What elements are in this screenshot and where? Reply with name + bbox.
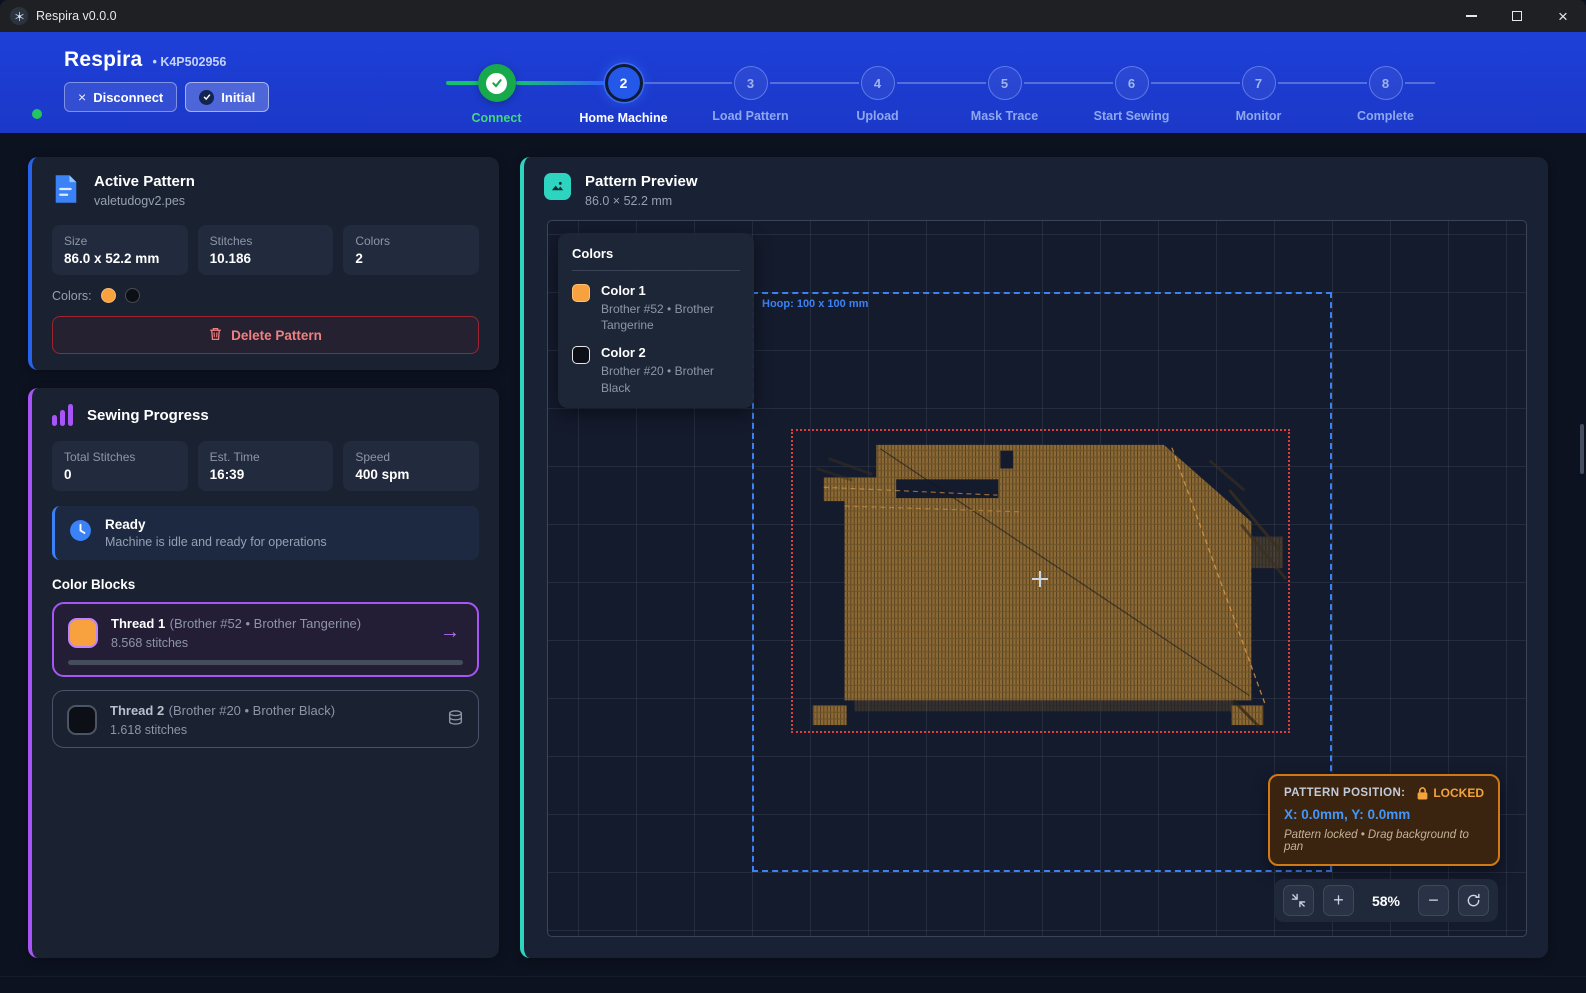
minimize-icon (1466, 15, 1477, 17)
position-hint: Pattern locked • Drag background to pan (1284, 829, 1484, 853)
titlebar: Respira v0.0.0 × (0, 0, 1586, 32)
zoom-out-button[interactable]: − (1418, 885, 1449, 916)
app-icon (10, 7, 28, 25)
app-header: Respira K4P502956 × Disconnect Initial C… (0, 32, 1586, 133)
arrow-right-icon: → (440, 621, 463, 644)
thread-1-swatch (68, 618, 98, 648)
color-blocks-heading: Color Blocks (52, 577, 479, 592)
stat-colors: Colors 2 (343, 225, 479, 275)
thread-row-2[interactable]: Thread 2 (Brother #20 • Brother Black) 1… (52, 690, 479, 748)
colors-legend: Colors Color 1 Brother #52 • Brother Tan… (558, 233, 754, 408)
color-swatch-2 (125, 288, 140, 303)
close-icon: × (1558, 8, 1568, 25)
active-pattern-title: Active Pattern (94, 173, 195, 190)
step-load-pattern[interactable]: 3 Load Pattern (687, 58, 814, 125)
bar-chart-icon (52, 404, 73, 426)
machine-status-banner: Ready Machine is idle and ready for oper… (52, 506, 479, 560)
zoom-in-button[interactable]: + (1323, 885, 1354, 916)
legend-item-color1: Color 1 Brother #52 • Brother Tangerine (572, 283, 740, 333)
connection-status-dot (32, 109, 42, 119)
lock-icon (1417, 787, 1428, 800)
thread-row-1[interactable]: Thread 1 (Brother #52 • Brother Tangerin… (52, 602, 479, 677)
preview-canvas[interactable]: Hoop: 100 x 100 mm (547, 220, 1527, 937)
preview-title: Pattern Preview (585, 173, 698, 190)
color-swatch-1 (101, 288, 116, 303)
stat-speed: Speed 400 spm (343, 441, 479, 491)
zoom-toolbar: + 58% − (1274, 879, 1498, 922)
sewing-progress-title: Sewing Progress (87, 407, 209, 424)
brand-name: Respira (64, 48, 142, 72)
thread-2-swatch (67, 705, 97, 735)
maximize-icon (1512, 11, 1522, 21)
zoom-out-icon: − (1428, 890, 1439, 911)
close-button[interactable]: × (1540, 0, 1586, 32)
stat-total-stitches: Total Stitches 0 (52, 441, 188, 491)
initial-button[interactable]: Initial (185, 82, 269, 112)
position-label: PATTERN POSITION: (1284, 787, 1405, 799)
locked-badge: LOCKED (1417, 786, 1484, 800)
step-monitor[interactable]: 7 Monitor (1195, 58, 1322, 125)
step-home-machine[interactable]: 2 Home Machine (560, 58, 687, 125)
stat-stitches: Stitches 10.186 (198, 225, 334, 275)
legend-heading: Colors (572, 246, 740, 271)
connect-check-icon (478, 64, 516, 102)
fit-view-icon (1291, 893, 1306, 908)
pattern-filename: valetudogv2.pes (94, 194, 195, 208)
minimize-button[interactable] (1448, 0, 1494, 32)
layers-icon (447, 709, 464, 731)
step-start-sewing[interactable]: 6 Start Sewing (1068, 58, 1195, 125)
thread-1-progress (68, 660, 463, 665)
step-mask-trace[interactable]: 5 Mask Trace (941, 58, 1068, 125)
pattern-preview-panel: Pattern Preview 86.0 × 52.2 mm Hoop: 100… (520, 157, 1548, 958)
stat-size: Size 86.0 x 52.2 mm (52, 225, 188, 275)
legend-swatch-1 (572, 284, 590, 302)
legend-swatch-2 (572, 346, 590, 364)
clock-icon (69, 519, 92, 547)
step-complete[interactable]: 8 Complete (1322, 58, 1449, 125)
active-pattern-card: Active Pattern valetudogv2.pes Size 86.0… (28, 157, 499, 370)
preview-dimensions: 86.0 × 52.2 mm (585, 194, 698, 208)
maximize-button[interactable] (1494, 0, 1540, 32)
reset-view-icon (1466, 893, 1481, 908)
image-icon (544, 173, 571, 200)
machine-serial: K4P502956 (152, 55, 226, 69)
step-upload[interactable]: 4 Upload (814, 58, 941, 125)
step-connect[interactable]: Connect (433, 58, 560, 125)
fit-view-button[interactable] (1283, 885, 1314, 916)
window-scrollbar-thumb[interactable] (1580, 424, 1584, 474)
window-title: Respira v0.0.0 (36, 9, 117, 23)
status-description: Machine is idle and ready for operations (105, 535, 327, 549)
status-title: Ready (105, 517, 327, 532)
position-coordinates: X: 0.0mm, Y: 0.0mm (1284, 807, 1484, 822)
delete-pattern-button[interactable]: Delete Pattern (52, 316, 479, 354)
reset-view-button[interactable] (1458, 885, 1489, 916)
hoop-label: Hoop: 100 x 100 mm (762, 298, 868, 310)
colors-label: Colors: (52, 289, 92, 303)
zoom-level: 58% (1363, 893, 1409, 909)
legend-item-color2: Color 2 Brother #20 • Brother Black (572, 345, 740, 395)
disconnect-x-icon: × (78, 89, 86, 105)
zoom-in-icon: + (1333, 890, 1344, 911)
trash-icon (209, 327, 222, 344)
workflow-stepper: Connect 2 Home Machine 3 Load Pattern 4 … (433, 58, 1449, 125)
stat-est-time: Est. Time 16:39 (198, 441, 334, 491)
initial-check-icon (199, 90, 214, 105)
footer-divider (0, 976, 1586, 977)
sewing-progress-card: Sewing Progress Total Stitches 0 Est. Ti… (28, 388, 499, 958)
disconnect-button[interactable]: × Disconnect (64, 82, 177, 112)
pattern-position-overlay: PATTERN POSITION: LOCKED X: 0.0mm, Y: 0.… (1268, 774, 1500, 866)
document-icon (52, 173, 80, 210)
